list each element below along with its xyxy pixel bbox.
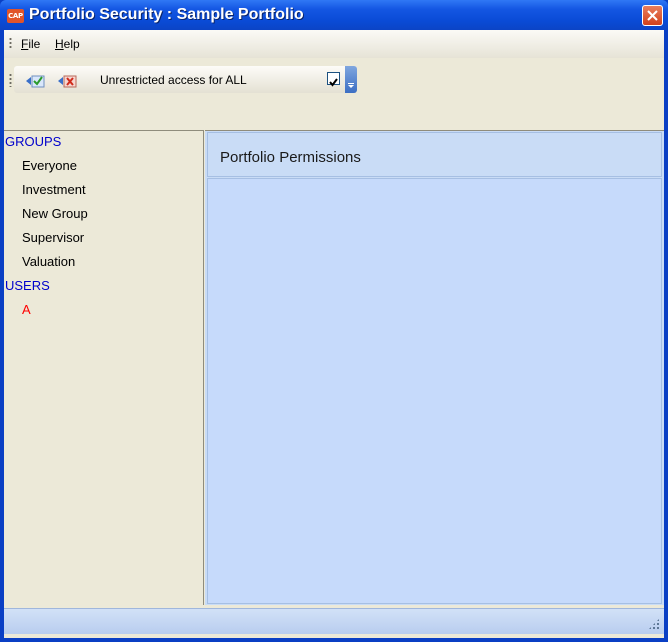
checkmark-icon [329,78,338,87]
toolbar-overflow-button[interactable] [345,66,357,93]
window-client: File Help Unrestricted access for ALL GR… [4,30,664,638]
unrestricted-access-checkbox[interactable] [327,72,340,87]
close-icon [647,10,658,21]
menu-file[interactable]: File [21,37,40,51]
menu-bar: File Help [4,30,664,58]
revoke-access-button[interactable] [58,73,78,88]
menubar-grip[interactable] [9,37,12,50]
window-title: Portfolio Security : Sample Portfolio [29,6,304,23]
groups-users-tree: GROUPS Everyone Investment New Group Sup… [4,130,204,605]
security-toolbar: Unrestricted access for ALL [14,66,357,93]
revoke-access-icon [58,75,77,88]
toolbar-grip[interactable] [9,73,12,87]
tree-group-valuation[interactable]: Valuation [22,254,75,269]
grant-access-button[interactable] [26,73,46,88]
tree-users-header[interactable]: USERS [5,278,50,293]
chevron-down-icon [348,83,354,88]
tree-group-new-group[interactable]: New Group [22,206,88,221]
tree-groups-header[interactable]: GROUPS [5,134,61,149]
permissions-content[interactable] [207,178,662,604]
tree-user-a[interactable]: A [22,302,31,317]
tree-group-investment[interactable]: Investment [22,182,86,197]
close-button[interactable] [642,5,663,26]
tree-group-everyone[interactable]: Everyone [22,158,77,173]
menu-help[interactable]: Help [55,37,80,51]
portfolio-security-window: CAP Portfolio Security : Sample Portfoli… [0,0,668,642]
grant-access-icon [26,75,45,88]
tree-group-supervisor[interactable]: Supervisor [22,230,84,245]
unrestricted-access-label: Unrestricted access for ALL [100,73,247,87]
app-icon: CAP [7,9,24,23]
resize-grip-icon[interactable] [648,618,660,630]
permissions-header: Portfolio Permissions [207,132,662,177]
permissions-panel: Portfolio Permissions [205,130,664,605]
status-bar [4,608,664,634]
title-bar[interactable]: CAP Portfolio Security : Sample Portfoli… [0,0,668,30]
permissions-title: Portfolio Permissions [220,149,361,166]
